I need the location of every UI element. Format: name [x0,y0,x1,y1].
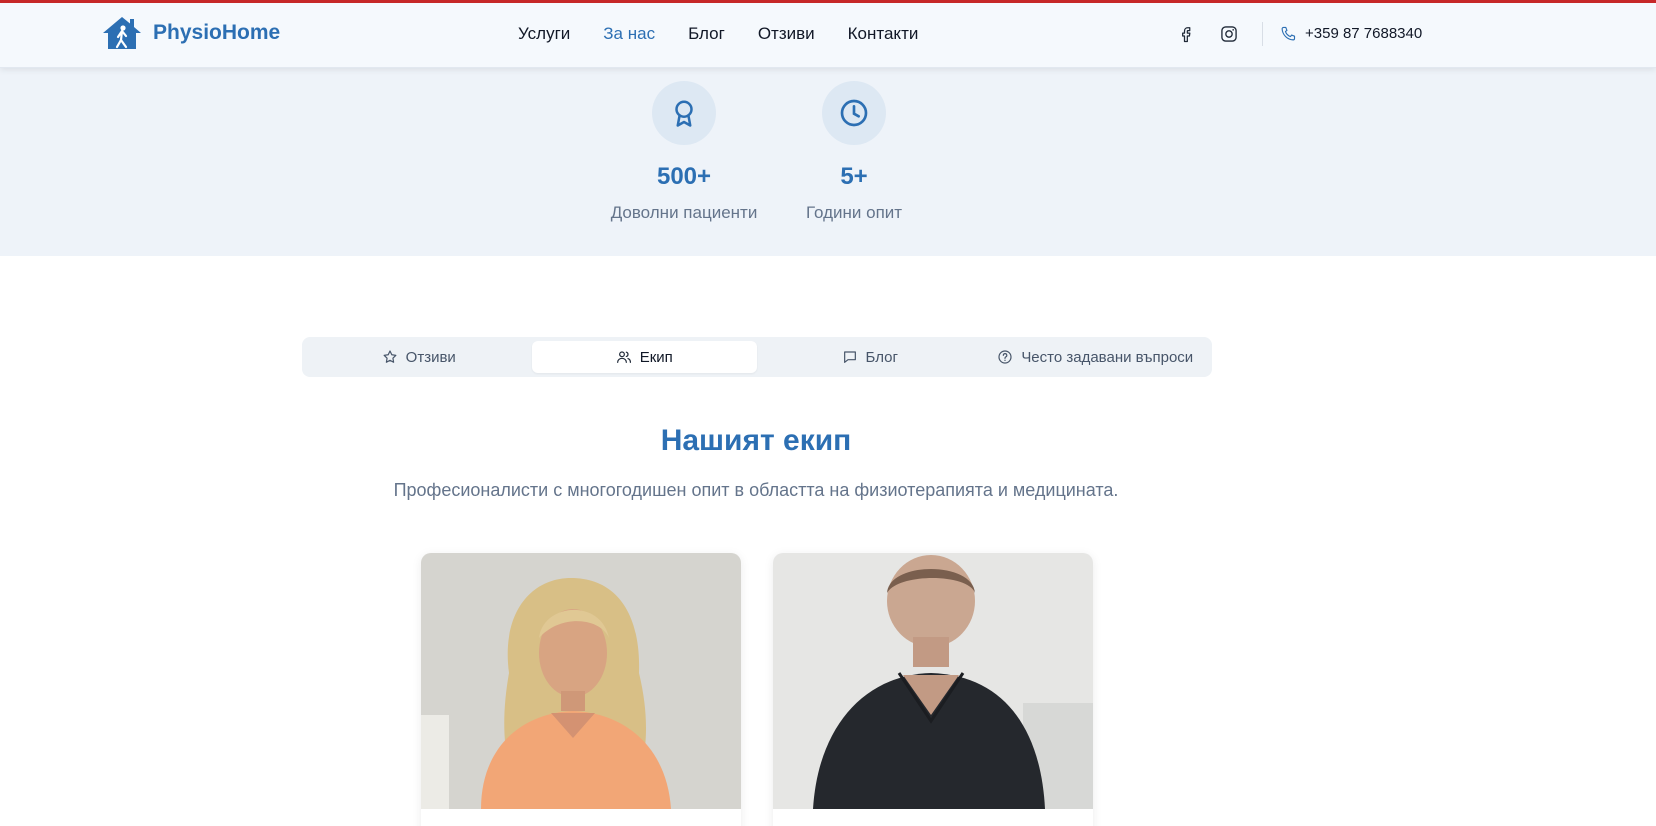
portrait-image [773,553,1093,809]
tab-faq[interactable]: Често задавани въпроси [983,341,1209,373]
stat-value: 500+ [656,163,712,190]
stat-patients: 500+ Доволни пациенти [604,81,764,223]
nav-item-reviews[interactable]: Отзиви [758,24,815,44]
nav-item-about[interactable]: За нас [603,24,655,44]
stats-band: 500+ Доволни пациенти 5+ Години опит [0,68,1656,256]
main-nav: Услуги За нас Блог Отзиви Контакти [518,24,951,44]
team-member-card[interactable] [773,553,1093,826]
users-icon [616,351,631,363]
team-member-photo [773,553,1093,809]
stat-label: Години опит [805,203,903,222]
nav-item-blog[interactable]: Блог [688,24,725,44]
team-subtitle: Професионалисти с многогодишен опит в об… [393,480,1119,500]
tab-label: Често задавани въпроси [1021,348,1194,366]
tab-label: Блог [865,348,898,366]
stat-value: 5+ [840,163,868,190]
stat-icon-circle [652,81,716,145]
star-icon [383,350,397,363]
tab-label: Екип [639,348,673,366]
team-title: Нашият екип [660,424,852,457]
facebook-icon[interactable] [1176,24,1196,44]
phone-number: +359 87 7688340 [1305,25,1423,42]
team-member-photo [421,553,741,809]
message-icon [843,351,856,363]
stat-icon-circle [822,81,886,145]
phone-link[interactable]: +359 87 7688340 [1280,25,1422,42]
stat-label: Доволни пациенти [610,203,758,222]
nav-item-services[interactable]: Услуги [518,24,570,44]
clock-icon [840,99,868,127]
site-header: PhysioHome Услуги За нас Блог Отзиви Кон… [0,0,1656,68]
top-accent-line [0,0,1656,3]
stat-experience: 5+ Години опит [774,81,934,223]
header-divider [1262,22,1263,46]
help-circle-icon [998,350,1012,364]
portrait-image [421,553,741,809]
tab-blog[interactable]: Блог [757,341,983,373]
tab-team[interactable]: Екип [531,341,757,373]
content-tabs: Отзиви Екип Блог Често задавани въпроси [302,337,1212,377]
team-member-card[interactable] [421,553,741,826]
award-icon [675,100,693,127]
instagram-icon[interactable] [1219,24,1239,44]
nav-item-contacts[interactable]: Контакти [848,24,919,44]
tab-label: Отзиви [405,348,456,366]
logo-link[interactable]: PhysioHome [101,15,280,51]
logo-text: PhysioHome [153,21,281,44]
phone-icon [1281,26,1296,41]
house-person-icon [103,17,141,49]
tab-reviews[interactable]: Отзиви [306,341,532,373]
